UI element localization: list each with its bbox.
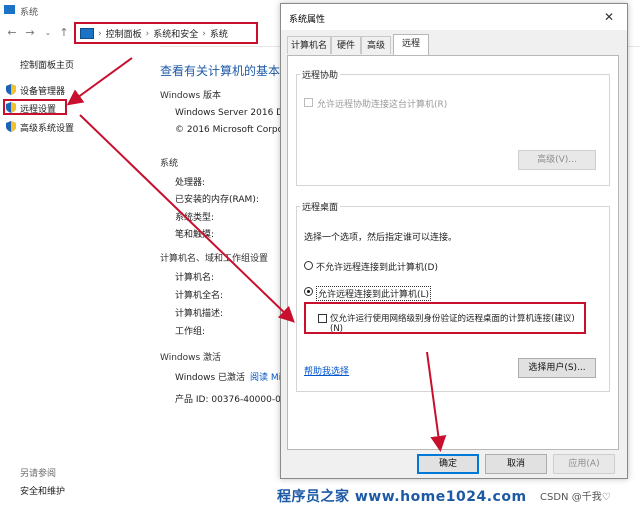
arrow-to-ok	[426, 351, 447, 452]
arrow-breadcrumb-to-remote	[66, 57, 133, 106]
annotation-arrows	[66, 57, 447, 452]
watermark-text: 程序员之家 www.home1024.com	[277, 489, 527, 505]
csdn-credit: CSDN @千我♡	[540, 492, 611, 503]
arrow-remote-to-nla	[79, 114, 295, 323]
